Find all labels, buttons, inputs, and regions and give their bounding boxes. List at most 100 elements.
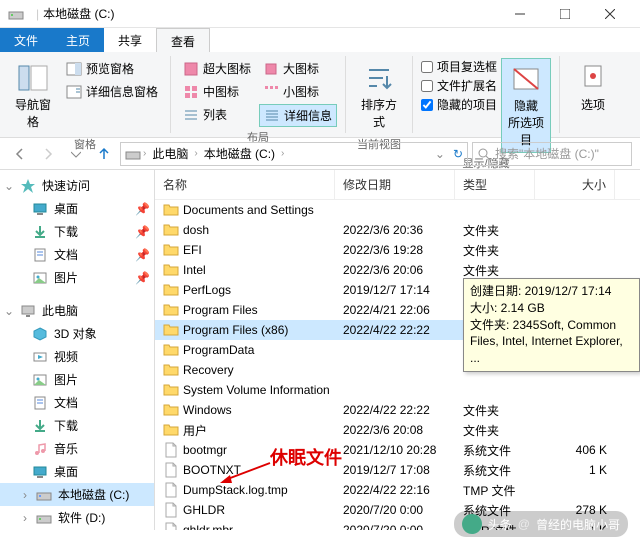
sidebar-item-quick_access[interactable]: ⌄快速访问: [0, 174, 154, 197]
layout-small[interactable]: 小图标: [259, 81, 337, 102]
chevron-right-icon[interactable]: ›: [194, 148, 197, 159]
file-name: PerfLogs: [183, 283, 231, 297]
dropdown-icon[interactable]: ⌄: [435, 147, 445, 161]
sidebar-item-objects_3d[interactable]: 3D 对象: [0, 322, 154, 345]
pin-icon: 📌: [135, 271, 150, 285]
preview-pane-button[interactable]: 预览窗格: [62, 58, 162, 79]
tab-share[interactable]: 共享: [104, 28, 156, 52]
col-size[interactable]: 大小: [535, 170, 615, 199]
refresh-icon[interactable]: ↻: [453, 147, 463, 161]
chevron-right-icon[interactable]: ›: [143, 148, 146, 159]
sidebar-item-soft_d[interactable]: ›软件 (D:): [0, 506, 154, 529]
hide-selected-button[interactable]: 隐藏 所选项目: [501, 58, 551, 153]
sidebar-item-desktop2[interactable]: 桌面: [0, 460, 154, 483]
col-date[interactable]: 修改日期: [335, 170, 455, 199]
col-type[interactable]: 类型: [455, 170, 535, 199]
file-date: 2021/12/10 20:28: [335, 443, 455, 457]
sidebar-item-local_c[interactable]: ›本地磁盘 (C:): [0, 483, 154, 506]
file-name: DumpStack.log.tmp: [183, 483, 288, 497]
options-button[interactable]: 选项: [568, 58, 618, 117]
column-headers: 名称 修改日期 类型 大小: [155, 170, 640, 200]
sidebar-item-documents[interactable]: 文档📌: [0, 243, 154, 266]
chevron-right-icon[interactable]: ›: [281, 148, 284, 159]
nav-pane-button[interactable]: 导航窗格: [8, 58, 58, 134]
expand-icon[interactable]: ›: [20, 511, 30, 525]
minimize-button[interactable]: [497, 0, 542, 28]
sidebar-item-documents2[interactable]: 文档: [0, 391, 154, 414]
sidebar-item-downloads2[interactable]: 下载: [0, 414, 154, 437]
checkbox-hidden-items[interactable]: 隐藏的项目: [421, 96, 497, 113]
sidebar-item-pictures2[interactable]: 图片: [0, 368, 154, 391]
file-name: System Volume Information: [183, 383, 330, 397]
file-type: 系统文件: [455, 462, 535, 479]
file-row[interactable]: Documents and Settings: [155, 200, 640, 220]
search-icon: [477, 147, 491, 161]
file-date: 2022/4/22 22:22: [335, 323, 455, 337]
tab-file[interactable]: 文件: [0, 28, 52, 52]
address-bar[interactable]: › 此电脑 › 本地磁盘 (C:) › ⌄ ↻: [120, 142, 468, 166]
file-size: 1 K: [535, 463, 615, 477]
layout-extra-large[interactable]: 超大图标: [179, 58, 255, 79]
ribbon: 导航窗格 预览窗格 详细信息窗格 窗格 超大图标 中图标 列表 大图标 小图标 …: [0, 52, 640, 138]
sidebar-item-this_pc[interactable]: ⌄此电脑: [0, 299, 154, 322]
sidebar-item-doc_e[interactable]: ›文档 (E:): [0, 529, 154, 530]
nav-back-button[interactable]: [8, 142, 32, 166]
file-name: dosh: [183, 223, 209, 237]
checkbox-file-ext[interactable]: 文件扩展名: [421, 77, 497, 94]
file-name: Program Files (x86): [183, 323, 288, 337]
sidebar-item-downloads[interactable]: 下载📌: [0, 220, 154, 243]
file-row[interactable]: BOOTNXT 2019/12/7 17:08系统文件1 K: [155, 460, 640, 480]
details-pane-button[interactable]: 详细信息窗格: [62, 81, 162, 102]
file-date: 2022/3/6 19:28: [335, 243, 455, 257]
tab-view[interactable]: 查看: [156, 28, 210, 52]
close-button[interactable]: [587, 0, 632, 28]
layout-details[interactable]: 详细信息: [259, 104, 337, 127]
file-row[interactable]: EFI2022/3/6 19:28文件夹: [155, 240, 640, 260]
file-list: 名称 修改日期 类型 大小 Documents and Settings dosh…: [155, 170, 640, 530]
col-name[interactable]: 名称: [155, 170, 335, 199]
sidebar-item-pictures[interactable]: 图片📌: [0, 266, 154, 289]
file-type: TMP 文件: [455, 482, 535, 499]
drive-icon: [125, 146, 141, 162]
tab-home[interactable]: 主页: [52, 28, 104, 52]
pin-icon: 📌: [135, 248, 150, 262]
window-title: 本地磁盘 (C:): [43, 5, 497, 22]
file-row[interactable]: Windows2022/4/22 22:22文件夹: [155, 400, 640, 420]
sidebar-item-videos[interactable]: 视频: [0, 345, 154, 368]
ribbon-tabs: 文件 主页 共享 查看: [0, 28, 640, 52]
checkbox-item-checkboxes[interactable]: 项目复选框: [421, 58, 497, 75]
pin-icon: 📌: [135, 202, 150, 216]
file-name: bootmgr: [183, 443, 227, 457]
file-name: ProgramData: [183, 343, 254, 357]
file-row[interactable]: bootmgr2021/12/10 20:28系统文件406 K: [155, 440, 640, 460]
file-name: Documents and Settings: [183, 203, 314, 217]
nav-forward-button[interactable]: [36, 142, 60, 166]
layout-medium[interactable]: 中图标: [179, 81, 255, 102]
layout-list[interactable]: 列表: [179, 104, 255, 125]
layout-large[interactable]: 大图标: [259, 58, 337, 79]
file-name: Intel: [183, 263, 206, 277]
breadcrumb-this-pc[interactable]: 此电脑: [148, 143, 192, 164]
search-box[interactable]: 搜索"本地磁盘 (C:)": [472, 142, 632, 166]
sidebar-item-music[interactable]: 音乐: [0, 437, 154, 460]
expand-icon[interactable]: ›: [20, 488, 30, 502]
file-row[interactable]: Intel2022/3/6 20:06文件夹: [155, 260, 640, 280]
file-row[interactable]: System Volume Information: [155, 380, 640, 400]
nav-recent-button[interactable]: [64, 142, 88, 166]
expand-icon[interactable]: ⌄: [4, 179, 14, 193]
file-name: Recovery: [183, 363, 234, 377]
sidebar-item-desktop[interactable]: 桌面📌: [0, 197, 154, 220]
nav-up-button[interactable]: [92, 142, 116, 166]
breadcrumb-local-disk[interactable]: 本地磁盘 (C:): [200, 143, 279, 164]
maximize-button[interactable]: [542, 0, 587, 28]
file-row[interactable]: 用户2022/3/6 20:08文件夹: [155, 420, 640, 440]
file-row[interactable]: DumpStack.log.tmp 2022/4/22 22:16TMP 文件: [155, 480, 640, 500]
file-row[interactable]: dosh2022/3/6 20:36文件夹: [155, 220, 640, 240]
file-date: 2019/12/7 17:08: [335, 463, 455, 477]
expand-icon[interactable]: ⌄: [4, 304, 14, 318]
nav-pane: ⌄快速访问桌面📌下载📌文档📌图片📌 ⌄此电脑3D 对象视频图片文档下载音乐桌面›本…: [0, 170, 155, 530]
file-name: BOOTNXT: [183, 463, 241, 477]
content-area: ⌄快速访问桌面📌下载📌文档📌图片📌 ⌄此电脑3D 对象视频图片文档下载音乐桌面›本…: [0, 170, 640, 530]
file-date: 2022/4/22 22:16: [335, 483, 455, 497]
sort-by-button[interactable]: 排序方式: [354, 58, 404, 134]
